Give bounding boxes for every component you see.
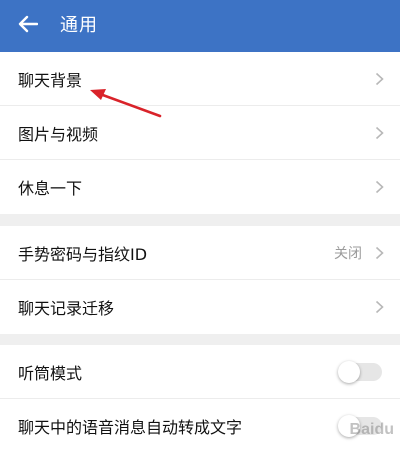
earpiece-mode-toggle[interactable]	[338, 360, 382, 383]
chevron-right-icon	[375, 300, 384, 314]
row-images-videos[interactable]: 图片与视频	[0, 106, 400, 160]
row-label: 聊天中的语音消息自动转成文字	[18, 418, 243, 437]
top-nav-bar: 通用	[0, 0, 400, 52]
row-value: 关闭	[334, 245, 362, 262]
row-label: 手势密码与指纹ID	[18, 244, 148, 264]
row-label: 听筒模式	[18, 363, 83, 383]
toggle-knob	[338, 360, 360, 383]
chevron-right-icon	[375, 72, 384, 85]
settings-group-2: 手势密码与指纹ID 关闭 聊天记录迁移	[0, 226, 400, 334]
row-earpiece-mode: 听筒模式	[0, 345, 400, 399]
row-label: 图片与视频	[18, 124, 99, 144]
row-chat-history-migration[interactable]: 聊天记录迁移	[0, 280, 400, 334]
row-label: 聊天背景	[18, 70, 83, 90]
row-gesture-password-fingerprint[interactable]: 手势密码与指纹ID 关闭	[0, 226, 400, 280]
back-arrow-icon[interactable]	[18, 15, 38, 33]
chevron-right-icon	[375, 246, 384, 259]
row-voice-to-text: 聊天中的语音消息自动转成文字	[0, 399, 400, 453]
row-label: 聊天记录迁移	[18, 299, 115, 318]
page-title: 通用	[60, 15, 98, 36]
chevron-right-icon	[375, 126, 384, 139]
row-chat-background[interactable]: 聊天背景	[0, 52, 400, 106]
settings-group-1: 聊天背景 图片与视频 休息一下	[0, 52, 400, 214]
row-take-a-break[interactable]: 休息一下	[0, 160, 400, 214]
chevron-right-icon	[375, 180, 384, 194]
watermark: Baidu	[349, 421, 394, 438]
settings-group-3: 听筒模式 聊天中的语音消息自动转成文字	[0, 345, 400, 453]
row-label: 休息一下	[18, 179, 83, 198]
